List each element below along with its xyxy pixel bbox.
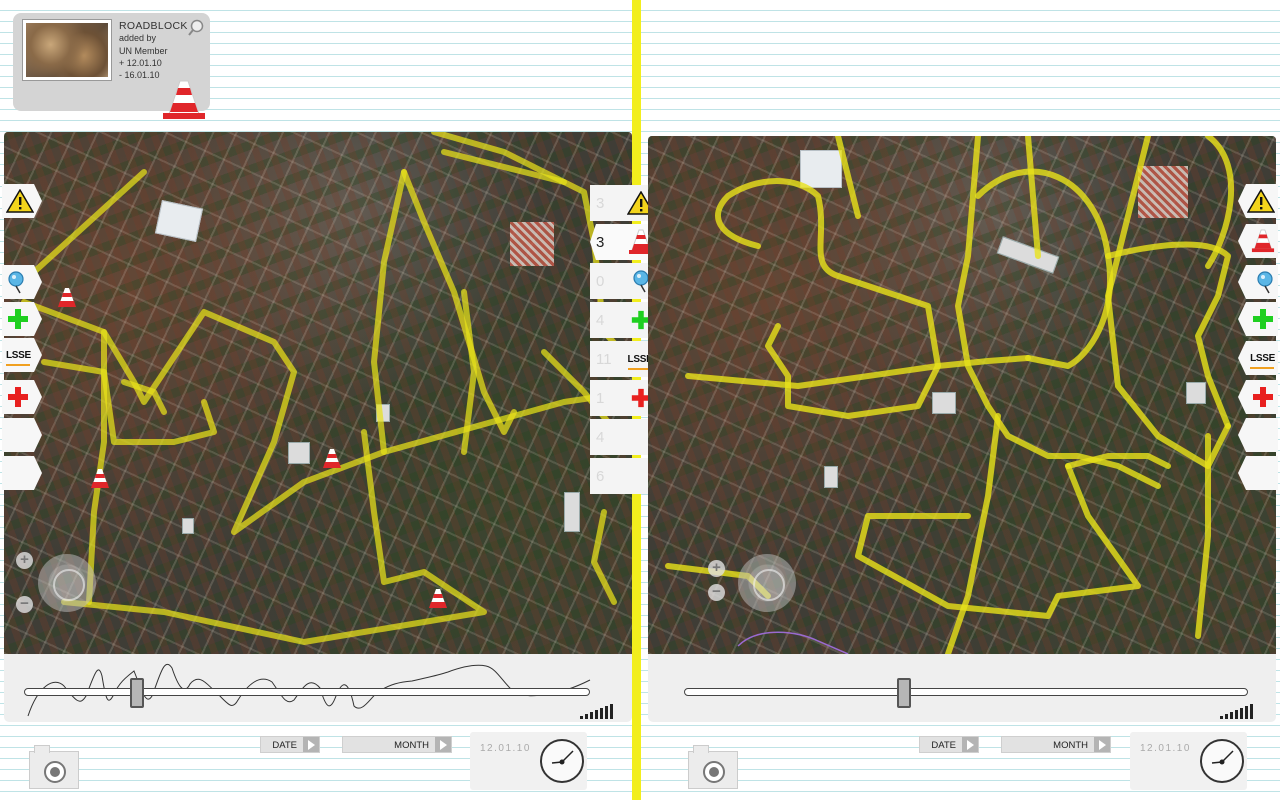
count-left: 1 [596, 390, 605, 407]
marker-tab-medical[interactable] [2, 302, 42, 336]
warning-icon [1247, 189, 1275, 213]
zoom-in-button[interactable]: + [708, 560, 725, 577]
roadblock-marker[interactable] [90, 468, 110, 490]
count-left: 3 [596, 195, 605, 212]
zoom-out-button[interactable]: − [708, 584, 725, 601]
added-by-label: added by [119, 33, 157, 44]
red-cross-icon [8, 387, 28, 407]
date-display: 12.01.10 [1140, 743, 1191, 754]
signal-strength-icon [1220, 704, 1253, 719]
left-map[interactable]: + − [4, 132, 632, 654]
timeline-slider-thumb[interactable] [130, 678, 145, 708]
marker-tab-location[interactable] [2, 265, 42, 299]
pan-control[interactable] [738, 554, 796, 612]
date-button-label: DATE [272, 740, 297, 751]
marker-tab-empty[interactable] [1238, 456, 1278, 490]
date-button[interactable]: DATE [919, 736, 979, 753]
month-button-label: MONTH [394, 740, 429, 751]
play-arrow-icon [435, 737, 451, 752]
camera-icon[interactable] [688, 745, 738, 789]
pan-control[interactable] [38, 554, 96, 612]
marker-tab-warning[interactable] [1238, 184, 1278, 218]
count-left: 0 [596, 273, 605, 290]
month-button[interactable]: MONTH [342, 736, 452, 753]
count-left: 6 [596, 468, 605, 485]
play-arrow-icon [1094, 737, 1110, 752]
red-cross-icon [1253, 387, 1273, 407]
play-arrow-icon [303, 737, 319, 752]
roadblock-marker[interactable] [428, 588, 448, 610]
marker-tab-lsse[interactable]: LSSE [1238, 341, 1278, 375]
activity-graph [27, 664, 591, 717]
right-map[interactable]: + − [648, 136, 1276, 654]
marker-tab-location[interactable] [1238, 265, 1278, 299]
date-button[interactable]: DATE [260, 736, 320, 753]
clock-icon[interactable] [1200, 739, 1244, 783]
marker-tab-hospital[interactable] [2, 380, 42, 414]
marker-tab-empty[interactable] [1238, 418, 1278, 452]
count-left: 4 [596, 312, 605, 329]
left-timeline-panel [4, 654, 632, 722]
lsse-icon: LSSE [6, 345, 31, 366]
photo-thumbnail[interactable] [22, 19, 112, 81]
count-left: 11 [596, 351, 612, 368]
info-card-text: ROADBLOCK added by UN Member + 12.01.10 … [119, 20, 188, 81]
count-left: 4 [596, 429, 605, 446]
roadblock-cone-icon [163, 80, 205, 119]
roadblock-marker[interactable] [322, 448, 342, 470]
month-button-label: MONTH [1053, 740, 1088, 751]
added-by-value: UN Member [119, 45, 168, 56]
marker-tab-roadblock[interactable] [1238, 224, 1278, 258]
marker-tab-hospital[interactable] [1238, 380, 1278, 414]
marker-tab-warning[interactable] [2, 184, 42, 218]
location-pin-icon [8, 271, 24, 294]
roadblock-marker[interactable] [57, 287, 77, 309]
date-display-box[interactable]: 12.01.10 [470, 732, 587, 790]
warning-icon [6, 189, 34, 213]
green-cross-icon [8, 309, 28, 329]
location-pin-icon [1257, 271, 1273, 294]
green-cross-icon [1253, 309, 1273, 329]
marker-tab-lsse[interactable]: LSSE [2, 338, 42, 372]
lsse-icon: LSSE [1250, 348, 1275, 369]
date-display-box[interactable]: 12.01.10 [1130, 732, 1247, 790]
clock-icon[interactable] [540, 739, 584, 783]
signal-strength-icon [580, 704, 613, 719]
marker-tab-medical[interactable] [1238, 302, 1278, 336]
camera-icon[interactable] [29, 745, 79, 789]
timeline-track[interactable] [684, 688, 1248, 696]
zoom-out-button[interactable]: − [16, 596, 33, 613]
road-overlay [21, 132, 632, 645]
date-start: + 12.01.10 [119, 57, 162, 68]
roadblock-cone-icon [1251, 229, 1275, 253]
timeline-slider-thumb[interactable] [896, 678, 911, 708]
timeline-track[interactable] [24, 688, 590, 696]
count-left: 3 [596, 234, 605, 251]
marker-tab-empty[interactable] [2, 418, 42, 452]
date-display: 12.01.10 [480, 743, 531, 754]
play-arrow-icon [962, 737, 978, 752]
date-button-label: DATE [931, 740, 956, 751]
marker-tab-empty[interactable] [2, 456, 42, 490]
roadblock-info-card[interactable]: ROADBLOCK added by UN Member + 12.01.10 … [13, 13, 210, 119]
right-timeline-panel [648, 654, 1276, 722]
month-button[interactable]: MONTH [1001, 736, 1111, 753]
zoom-in-button[interactable]: + [16, 552, 33, 569]
info-title: ROADBLOCK [119, 20, 188, 32]
search-icon[interactable] [187, 19, 205, 37]
